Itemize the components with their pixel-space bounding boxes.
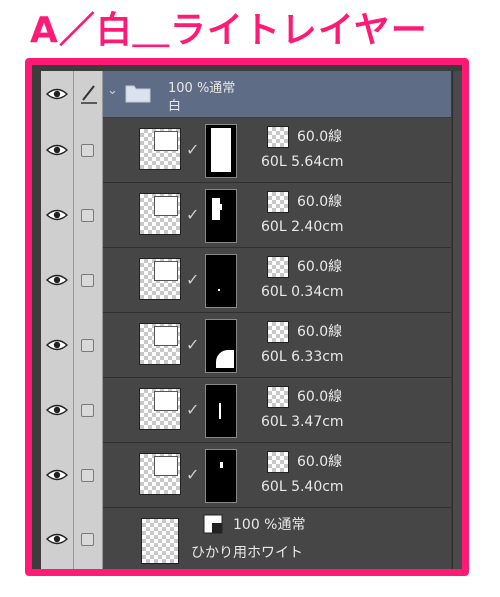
layer-thumbnail xyxy=(139,128,181,170)
layer-thumbnail xyxy=(139,323,181,365)
link-check-icon: ✓ xyxy=(186,335,200,354)
layer-mask-thumbnail xyxy=(205,254,237,308)
eye-icon[interactable] xyxy=(46,532,68,546)
layer-info: 60L 5.40cm xyxy=(261,479,344,495)
layer-row[interactable]: ✓ 60.0線 60L 0.34cm xyxy=(41,248,451,313)
material-icon xyxy=(267,126,289,148)
link-check-icon: ✓ xyxy=(186,140,200,159)
layer-checkbox[interactable] xyxy=(81,404,94,417)
layer-checkbox[interactable] xyxy=(81,144,94,157)
folder-icon xyxy=(125,85,151,103)
eye-icon[interactable] xyxy=(46,143,68,157)
layer-checkbox[interactable] xyxy=(81,209,94,222)
material-icon xyxy=(267,321,289,343)
layer-info: 60L 5.64cm xyxy=(261,154,344,170)
layer-row[interactable]: 100 %通常 ひかり用ホワイト xyxy=(41,508,451,569)
layer-thumbnail xyxy=(141,518,179,564)
layer-row[interactable]: ✓ 60.0線 60L 5.64cm xyxy=(41,118,451,183)
link-check-icon: ✓ xyxy=(186,465,200,484)
link-check-icon: ✓ xyxy=(186,270,200,289)
eye-icon[interactable] xyxy=(46,338,68,352)
material-icon xyxy=(267,386,289,408)
material-icon xyxy=(267,256,289,278)
layer-mask-thumbnail xyxy=(205,319,237,373)
layer-row[interactable]: ✓ 60.0線 60L 5.40cm xyxy=(41,443,451,508)
eye-icon[interactable] xyxy=(46,208,68,222)
eye-icon[interactable] xyxy=(46,403,68,417)
layer-setting: 60.0線 xyxy=(297,324,343,340)
folder-opacity-blend: 100 %通常 xyxy=(168,81,236,96)
material-icon xyxy=(267,191,289,213)
panel-scrollbar[interactable] xyxy=(452,71,462,569)
layer-row[interactable]: ✓ 60.0線 60L 3.47cm xyxy=(41,378,451,443)
layer-thumbnail xyxy=(139,258,181,300)
folder-row[interactable]: ⌄ 100 %通常 白 xyxy=(41,71,451,117)
layer-panel-frame: ⌄ 100 %通常 白 ✓ 60.0線 60L 5.64cm ✓ 60.0線 6… xyxy=(25,58,469,576)
layer-mask-thumbnail xyxy=(205,189,237,243)
chevron-down-icon[interactable]: ⌄ xyxy=(107,83,118,98)
layer-mask-thumbnail xyxy=(205,449,237,503)
layer-checkbox[interactable] xyxy=(81,469,94,482)
layer-row[interactable]: ✓ 60.0線 60L 6.33cm xyxy=(41,313,451,378)
base-layer-opacity-blend: 100 %通常 xyxy=(233,517,306,533)
link-check-icon: ✓ xyxy=(186,205,200,224)
pen-icon[interactable] xyxy=(79,83,99,105)
layer-setting: 60.0線 xyxy=(297,259,343,275)
layer-checkbox[interactable] xyxy=(81,533,94,546)
layer-setting: 60.0線 xyxy=(297,454,343,470)
layer-panel: ⌄ 100 %通常 白 ✓ 60.0線 60L 5.64cm ✓ 60.0線 6… xyxy=(41,71,462,569)
layer-info: 60L 2.40cm xyxy=(261,219,344,235)
folder-name: 白 xyxy=(168,99,182,114)
eye-icon[interactable] xyxy=(46,87,68,101)
page-title: A／白＿ライトレイヤー xyxy=(30,10,428,51)
link-check-icon: ✓ xyxy=(186,400,200,419)
eye-icon[interactable] xyxy=(46,468,68,482)
layer-setting: 60.0線 xyxy=(297,129,343,145)
layer-thumbnail xyxy=(139,453,181,495)
eye-icon[interactable] xyxy=(46,273,68,287)
layer-setting: 60.0線 xyxy=(297,389,343,405)
layer-info: 60L 3.47cm xyxy=(261,414,344,430)
layer-info: 60L 6.33cm xyxy=(261,349,344,365)
layer-mask-thumbnail xyxy=(205,124,237,178)
layer-checkbox[interactable] xyxy=(81,274,94,287)
layer-setting: 60.0線 xyxy=(297,194,343,210)
material-icon xyxy=(267,451,289,473)
layer-info: 60L 0.34cm xyxy=(261,284,344,300)
layer-thumbnail xyxy=(139,193,181,235)
layer-thumbnail xyxy=(139,388,181,430)
raster-layer-icon xyxy=(203,514,223,534)
layer-mask-thumbnail xyxy=(205,384,237,438)
base-layer-name: ひかり用ホワイト xyxy=(191,545,303,561)
layer-row[interactable]: ✓ 60.0線 60L 2.40cm xyxy=(41,183,451,248)
layer-checkbox[interactable] xyxy=(81,339,94,352)
